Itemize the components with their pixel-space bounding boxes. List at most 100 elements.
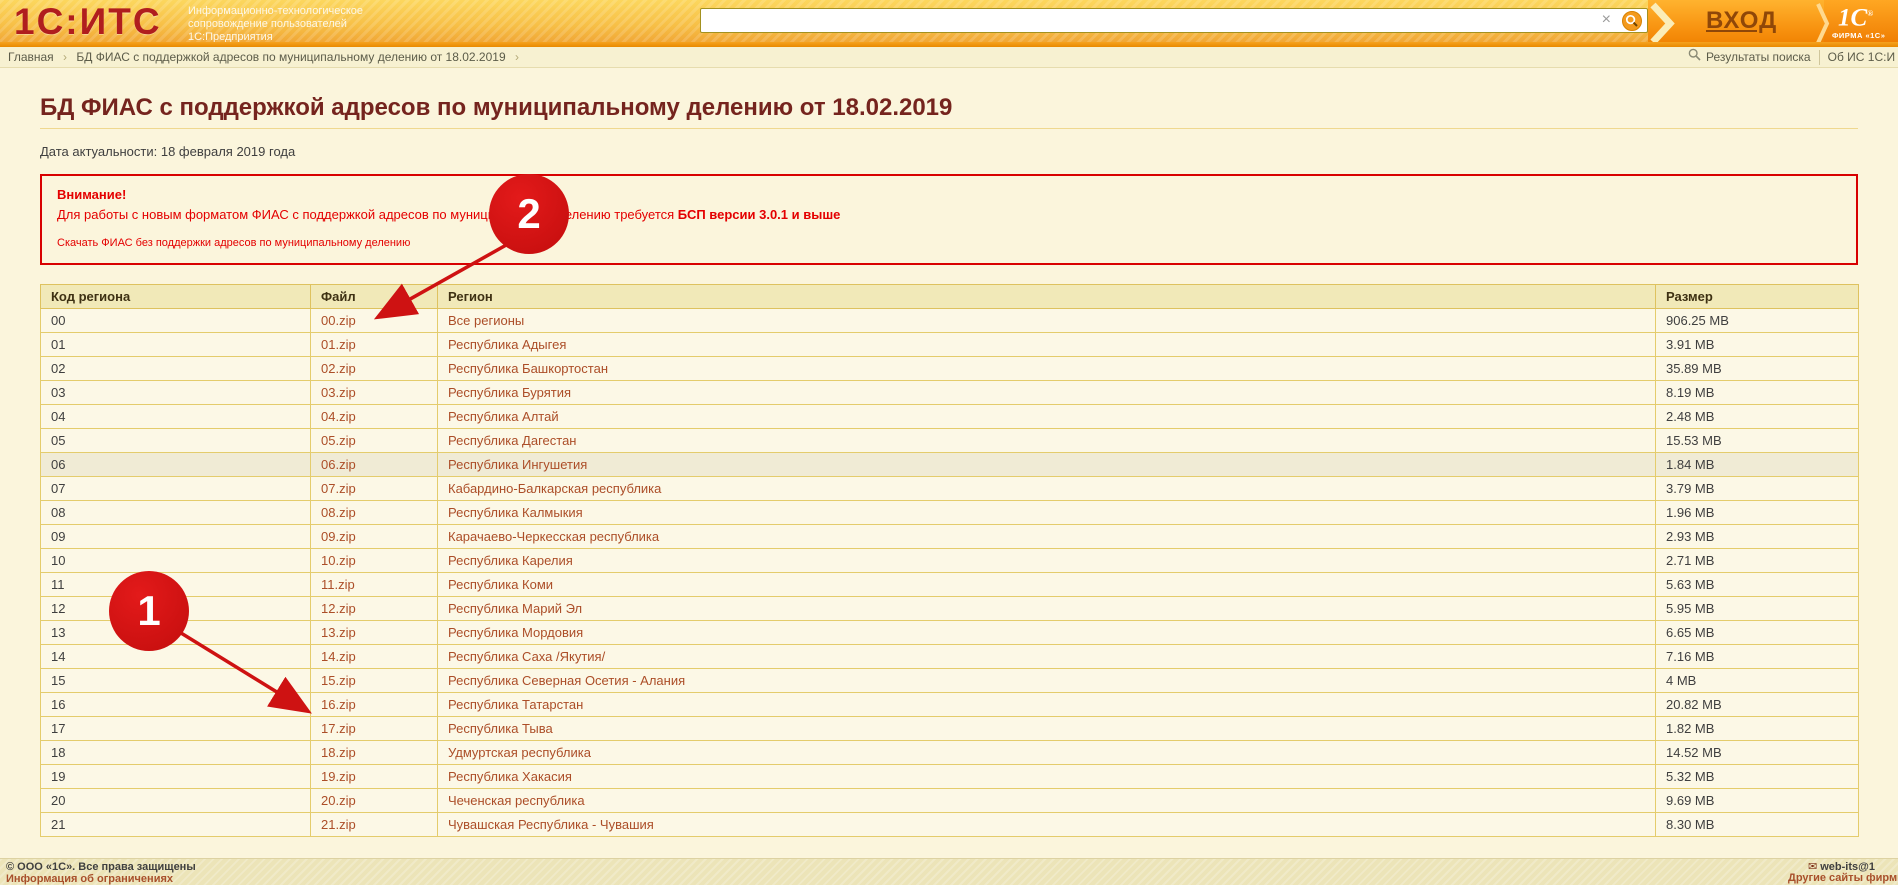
size-cell: 14.52 MB: [1656, 741, 1859, 765]
region-link[interactable]: Республика Татарстан: [448, 697, 583, 712]
region-link[interactable]: Республика Северная Осетия - Алания: [448, 673, 685, 688]
region-code-cell: 06: [41, 453, 311, 477]
region-code-cell: 08: [41, 501, 311, 525]
file-cell: 11.zip: [311, 573, 438, 597]
region-link[interactable]: Республика Коми: [448, 577, 553, 592]
region-code-cell: 18: [41, 741, 311, 765]
region-code-cell: 20: [41, 789, 311, 813]
breadcrumb-separator: ›: [63, 50, 67, 64]
file-link[interactable]: 02.zip: [321, 361, 356, 376]
file-cell: 12.zip: [311, 597, 438, 621]
region-code-cell: 04: [41, 405, 311, 429]
file-link[interactable]: 14.zip: [321, 649, 356, 664]
search-clear-icon[interactable]: ×: [1602, 11, 1611, 29]
file-link[interactable]: 20.zip: [321, 793, 356, 808]
file-cell: 19.zip: [311, 765, 438, 789]
file-cell: 10.zip: [311, 549, 438, 573]
column-header-region-code: Код региона: [41, 285, 311, 309]
size-cell: 5.95 MB: [1656, 597, 1859, 621]
about-is-link[interactable]: Об ИС 1С:И: [1828, 47, 1895, 68]
breadcrumb-home-link[interactable]: Главная: [8, 50, 54, 64]
region-table-body: 0000.zipВсе регионы906.25 MB0101.zipРесп…: [41, 309, 1859, 837]
region-link[interactable]: Республика Ингушетия: [448, 457, 587, 472]
region-link[interactable]: Республика Тыва: [448, 721, 553, 736]
file-link[interactable]: 01.zip: [321, 337, 356, 352]
file-link[interactable]: 19.zip: [321, 769, 356, 784]
file-link[interactable]: 05.zip: [321, 433, 356, 448]
its-logo[interactable]: 1С:ИТС: [14, 1, 162, 43]
table-row: 0202.zipРеспублика Башкортостан35.89 MB: [41, 357, 1859, 381]
copyright-text: © ООО «1С». Все права защищены: [6, 861, 196, 873]
region-link[interactable]: Чувашская Республика - Чувашия: [448, 817, 654, 832]
file-link[interactable]: 11.zip: [321, 577, 355, 592]
region-link[interactable]: Республика Адыгея: [448, 337, 566, 352]
firm-1c-block[interactable]: 1С® ФИРМА «1С»: [1824, 0, 1898, 47]
column-header-region: Регион: [438, 285, 1656, 309]
site-search-input[interactable]: [705, 10, 1589, 33]
file-cell: 02.zip: [311, 357, 438, 381]
header-right-panel: ВХОД 1С® ФИРМА «1С»: [1648, 0, 1898, 47]
file-link[interactable]: 08.zip: [321, 505, 356, 520]
region-link[interactable]: Республика Калмыкия: [448, 505, 583, 520]
file-link[interactable]: 06.zip: [321, 457, 356, 472]
chevron-decoration-icon: [1650, 0, 1680, 47]
region-cell: Республика Тыва: [438, 717, 1656, 741]
table-row: 0909.zipКарачаево-Черкесская республика2…: [41, 525, 1859, 549]
file-link[interactable]: 18.zip: [321, 745, 356, 760]
file-link[interactable]: 00.zip: [321, 313, 356, 328]
table-row: 1212.zipРеспублика Марий Эл5.95 MB: [41, 597, 1859, 621]
table-row: 0707.zipКабардино-Балкарская республика3…: [41, 477, 1859, 501]
region-link[interactable]: Республика Хакасия: [448, 769, 572, 784]
region-cell: Республика Калмыкия: [438, 501, 1656, 525]
region-link[interactable]: Республика Башкортостан: [448, 361, 608, 376]
region-link[interactable]: Республика Саха /Якутия/: [448, 649, 605, 664]
region-code-cell: 02: [41, 357, 311, 381]
region-link[interactable]: Республика Марий Эл: [448, 601, 582, 616]
region-link[interactable]: Республика Алтай: [448, 409, 559, 424]
regions-table: Код региона Файл Регион Размер 0000.zipВ…: [40, 284, 1859, 837]
region-link[interactable]: Удмуртская республика: [448, 745, 591, 760]
region-code-cell: 07: [41, 477, 311, 501]
table-row: 1919.zipРеспублика Хакасия5.32 MB: [41, 765, 1859, 789]
file-link[interactable]: 12.zip: [321, 601, 356, 616]
size-cell: 7.16 MB: [1656, 645, 1859, 669]
size-cell: 2.48 MB: [1656, 405, 1859, 429]
search-results-link[interactable]: Результаты поиска: [1706, 47, 1811, 68]
file-link[interactable]: 15.zip: [321, 673, 356, 688]
region-cell: Республика Марий Эл: [438, 597, 1656, 621]
search-submit-icon[interactable]: [1622, 11, 1642, 36]
table-row: 1313.zipРеспублика Мордовия6.65 MB: [41, 621, 1859, 645]
site-tagline: Информационно-технологическое сопровожде…: [188, 5, 363, 44]
file-link[interactable]: 16.zip: [321, 697, 356, 712]
file-link[interactable]: 17.zip: [321, 721, 356, 736]
region-cell: Республика Карелия: [438, 549, 1656, 573]
region-link[interactable]: Карачаево-Черкесская республика: [448, 529, 659, 544]
region-link[interactable]: Кабардино-Балкарская республика: [448, 481, 661, 496]
region-code-cell: 19: [41, 765, 311, 789]
title-divider: [40, 128, 1858, 129]
other-sites-link[interactable]: Другие сайты фирмы «1С: [1788, 872, 1898, 884]
size-cell: 9.69 MB: [1656, 789, 1859, 813]
region-cell: Республика Алтай: [438, 405, 1656, 429]
file-link[interactable]: 10.zip: [321, 553, 356, 568]
region-link[interactable]: Республика Дагестан: [448, 433, 576, 448]
file-link[interactable]: 13.zip: [321, 625, 356, 640]
file-link[interactable]: 07.zip: [321, 481, 356, 496]
file-link[interactable]: 21.zip: [321, 817, 356, 832]
region-link[interactable]: Республика Мордовия: [448, 625, 583, 640]
region-link[interactable]: Чеченская республика: [448, 793, 585, 808]
callout-2-badge: 2: [489, 174, 569, 254]
file-link[interactable]: 04.zip: [321, 409, 356, 424]
restrictions-info-link[interactable]: Информация об ограничениях: [6, 873, 173, 885]
region-link[interactable]: Республика Бурятия: [448, 385, 571, 400]
region-link[interactable]: Все регионы: [448, 313, 524, 328]
download-without-municipal-link[interactable]: Скачать ФИАС без поддержки адресов по му…: [57, 237, 410, 249]
table-row: 04 04.zip Республика Алтай 2.48 MB: [41, 405, 1859, 429]
region-link[interactable]: Республика Карелия: [448, 553, 573, 568]
file-link[interactable]: 03.zip: [321, 385, 356, 400]
login-button[interactable]: ВХОД: [1706, 7, 1777, 35]
file-cell: 09.zip: [311, 525, 438, 549]
size-cell: 2.71 MB: [1656, 549, 1859, 573]
file-link[interactable]: 09.zip: [321, 529, 356, 544]
region-code-cell: 17: [41, 717, 311, 741]
